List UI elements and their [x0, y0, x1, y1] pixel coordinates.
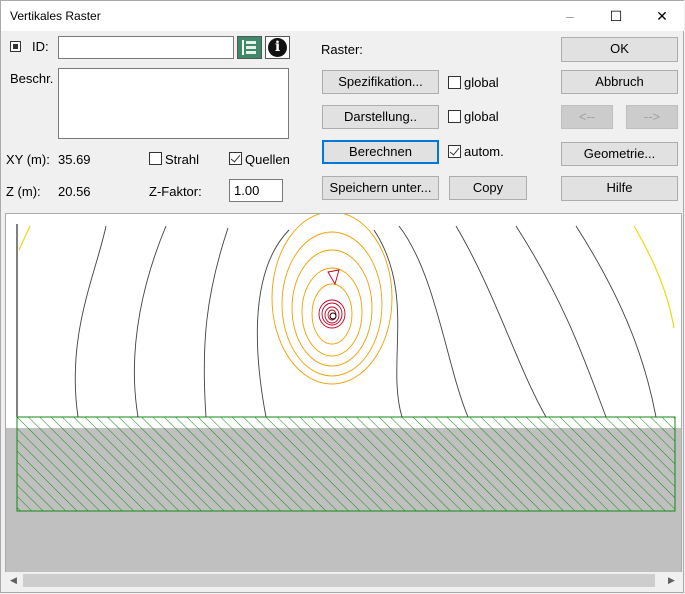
xy-label: XY (m):	[6, 152, 50, 167]
berechnen-button[interactable]: Berechnen	[322, 140, 439, 164]
window-title: Vertikales Raster	[10, 9, 101, 23]
raster-label: Raster:	[321, 42, 363, 57]
maximize-button[interactable]: ☐	[593, 1, 639, 31]
id-marker-icon	[10, 41, 21, 52]
quellen-checkbox[interactable]	[229, 152, 242, 165]
zfaktor-input[interactable]	[229, 179, 283, 202]
info-icon[interactable]: i	[265, 36, 290, 59]
description-textarea[interactable]	[58, 68, 289, 139]
id-input[interactable]	[58, 36, 234, 59]
z-label: Z (m):	[6, 184, 41, 199]
contour-plot-area	[5, 211, 682, 573]
scroll-thumb[interactable]	[23, 574, 655, 587]
quellen-label: Quellen	[245, 152, 290, 167]
global-checkbox-1[interactable]	[448, 76, 461, 89]
autom-checkbox[interactable]	[448, 145, 461, 158]
global-label-2: global	[464, 109, 499, 124]
close-button[interactable]: ✕	[639, 1, 685, 31]
spezifikation-button[interactable]: Spezifikation...	[322, 70, 439, 94]
next-button[interactable]: -->	[626, 105, 678, 129]
global-checkbox-2[interactable]	[448, 110, 461, 123]
ok-button[interactable]: OK	[561, 37, 678, 62]
scroll-right-icon[interactable]: ▶	[663, 572, 680, 589]
hilfe-button[interactable]: Hilfe	[561, 176, 678, 201]
abbruch-button[interactable]: Abbruch	[561, 70, 678, 94]
speichern-button[interactable]: Speichern unter...	[322, 176, 439, 200]
geometrie-button[interactable]: Geometrie...	[561, 142, 678, 166]
source-point-icon	[329, 312, 337, 320]
xy-value: 35.69	[58, 152, 91, 167]
zfaktor-label: Z-Faktor:	[149, 184, 202, 199]
strahl-label: Strahl	[165, 152, 199, 167]
horizontal-scrollbar[interactable]: ◀ ▶	[5, 572, 682, 589]
beschr-label: Beschr.	[10, 71, 54, 86]
z-value: 20.56	[58, 184, 91, 199]
dialog-window: Vertikales Raster – ☐ ✕ ID: i Beschr. XY…	[0, 0, 684, 593]
strahl-checkbox[interactable]	[149, 152, 162, 165]
darstellung-button[interactable]: Darstellung..	[322, 105, 439, 129]
prev-button[interactable]: <--	[561, 105, 613, 129]
title-bar: Vertikales Raster – ☐ ✕	[1, 1, 684, 31]
air-region	[17, 224, 675, 417]
autom-label: autom.	[464, 144, 504, 159]
global-label-1: global	[464, 75, 499, 90]
id-label: ID:	[32, 39, 49, 54]
minimize-button[interactable]: –	[547, 1, 593, 31]
ground-hatch	[16, 416, 676, 512]
copy-button[interactable]: Copy	[449, 176, 527, 200]
contour-plot	[6, 211, 681, 572]
scroll-left-icon[interactable]: ◀	[5, 572, 22, 589]
database-icon[interactable]	[237, 36, 262, 59]
